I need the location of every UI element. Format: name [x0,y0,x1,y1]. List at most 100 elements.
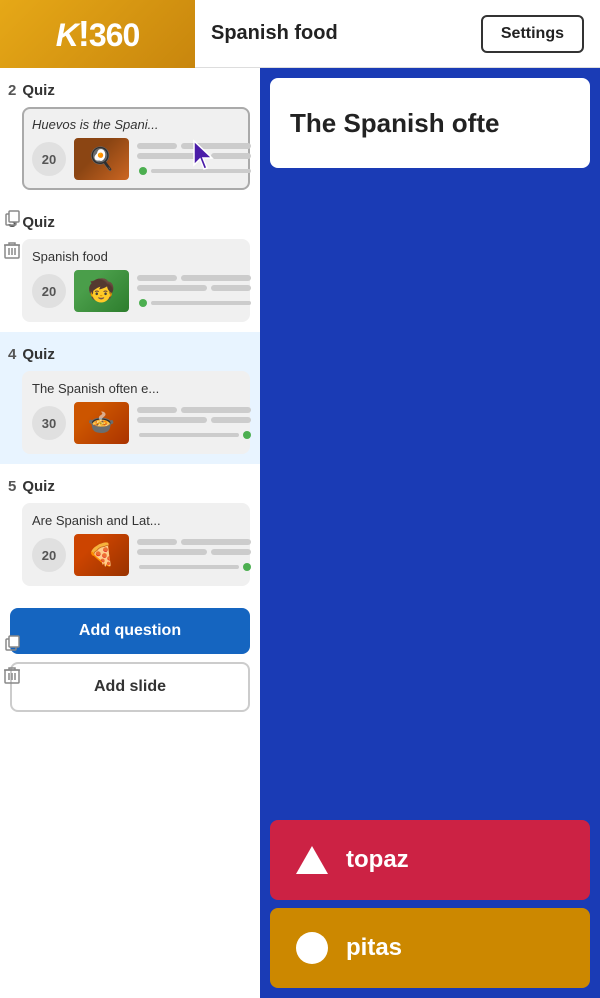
dot-bar-3 [151,301,251,305]
quiz-card-body-5: 20 🍕 [32,534,240,576]
food-icon-3: 🧒 [74,270,129,312]
triangle-shape [294,842,330,878]
sidebar-buttons: Add question Add slide [0,596,260,724]
quiz-card-body-4: 30 🍲 [32,402,240,444]
dot-bar-4a [139,433,239,437]
answer-text-topaz: topaz [346,846,409,874]
add-question-button[interactable]: Add question [10,608,250,654]
quiz-thumb-4: 🍲 [74,402,129,444]
copy-icon-4[interactable] [2,633,22,653]
quiz-thumb-2: 🍳 [74,138,129,180]
bar-3b1 [137,285,207,291]
dot-3 [139,299,147,307]
settings-button[interactable]: Settings [481,15,584,53]
quiz-card-5[interactable]: Are Spanish and Lat... 20 🍕 [22,503,250,586]
logo-360: 360 [89,17,139,53]
bar-row-5a [137,539,251,545]
bar-5b1 [137,549,207,555]
dot-bar-5a [139,565,239,569]
header: K!360 Spanish food Settings [0,0,600,68]
quiz-card-title-3: Spanish food [32,249,240,264]
quiz-section-3: 3 Quiz Spanish food 20 🧒 [0,200,260,332]
question-text: The Spanish ofte [290,108,499,139]
dot-2 [139,167,147,175]
circle-icon [296,932,328,964]
quiz-points-4: 30 [32,406,66,440]
logo-area: K!360 [0,0,195,68]
progress-dot-5 [137,563,251,571]
quiz-section-5: 5 Quiz Are Spanish and Lat... 20 🍕 [0,464,260,596]
answer-text-pitas: pitas [346,934,402,962]
bar-3a2 [181,275,251,281]
bar-3b2 [211,285,251,291]
quiz-bars-2 [137,143,251,175]
quiz-thumb-3: 🧒 [74,270,129,312]
quiz-card-title-2: Huevos is the Spani... [32,117,240,132]
quiz-card-title-4: The Spanish often e... [32,381,240,396]
bar-5a2 [181,539,251,545]
bar-2b2 [211,153,251,159]
quiz-header-3: 3 Quiz [0,210,260,235]
bar-2b1 [137,153,207,159]
bar-row-2b [137,153,251,159]
bar-row-3a [137,275,251,281]
header-right: Spanish food Settings [195,15,600,53]
question-card: The Spanish ofte [270,78,590,168]
bar-3a1 [137,275,177,281]
copy-icon[interactable] [2,208,22,228]
quiz-header-5: 5 Quiz [0,474,260,499]
quiz-type-4: Quiz [22,346,55,363]
answer-card-circle[interactable]: pitas [270,908,590,988]
bar-2a1 [137,143,177,149]
quiz-header-2: 2 Quiz [0,78,260,103]
logo-k: K [56,17,78,53]
quiz-type-2: Quiz [22,82,55,99]
bar-5b2 [211,549,251,555]
quiz-bars-4 [137,407,251,439]
dot-bar-2 [151,169,251,173]
answer-card-triangle[interactable]: topaz [270,820,590,900]
bar-4b1 [137,417,207,423]
progress-dot-3 [137,299,251,307]
main-content: 2 Quiz Huevos is the Spani... 20 🍳 [0,68,600,998]
quiz-section-2: 2 Quiz Huevos is the Spani... 20 🍳 [0,68,260,200]
bar-4a1 [137,407,177,413]
quiz-type-5: Quiz [22,478,55,495]
delete-icon-4[interactable] [2,665,22,685]
quiz-section-4: 4 Quiz The Spanish often e... 30 🍲 [0,332,260,464]
bar-row-2a [137,143,251,149]
bar-5a1 [137,539,177,545]
quiz-points-2: 20 [32,142,66,176]
header-title: Spanish food [211,22,338,45]
dot-5 [243,563,251,571]
quiz-card-title-5: Are Spanish and Lat... [32,513,240,528]
bar-2a2 [181,143,251,149]
bar-4b2 [211,417,251,423]
spacer [260,178,600,583]
quiz-thumb-5: 🍕 [74,534,129,576]
quiz-bars-3 [137,275,251,307]
food-icon-2: 🍳 [74,138,129,180]
bar-row-4a [137,407,251,413]
quiz-num-5: 5 [8,478,16,495]
quiz-card-2[interactable]: Huevos is the Spani... 20 🍳 [22,107,250,190]
add-slide-button[interactable]: Add slide [10,662,250,712]
sidebar-icons-4 [2,633,22,685]
quiz-card-3[interactable]: Spanish food 20 🧒 [22,239,250,322]
quiz-bars-5 [137,539,251,571]
circle-shape-container [294,930,330,966]
bar-row-5b [137,549,251,555]
bar-4a2 [181,407,251,413]
bar-row-4b [137,417,251,423]
delete-icon[interactable] [2,240,22,260]
quiz-type-3: Quiz [22,214,55,231]
progress-dot-2 [137,167,251,175]
progress-dot-4 [137,431,251,439]
bar-row-3b [137,285,251,291]
quiz-card-4[interactable]: The Spanish often e... 30 🍲 [22,371,250,454]
logo-exclaim: ! [78,13,89,54]
quiz-points-3: 20 [32,274,66,308]
quiz-header-4: 4 Quiz [0,342,260,367]
sidebar-action-icons [2,208,22,260]
main-panel: The Spanish ofte topaz pitas [260,68,600,998]
